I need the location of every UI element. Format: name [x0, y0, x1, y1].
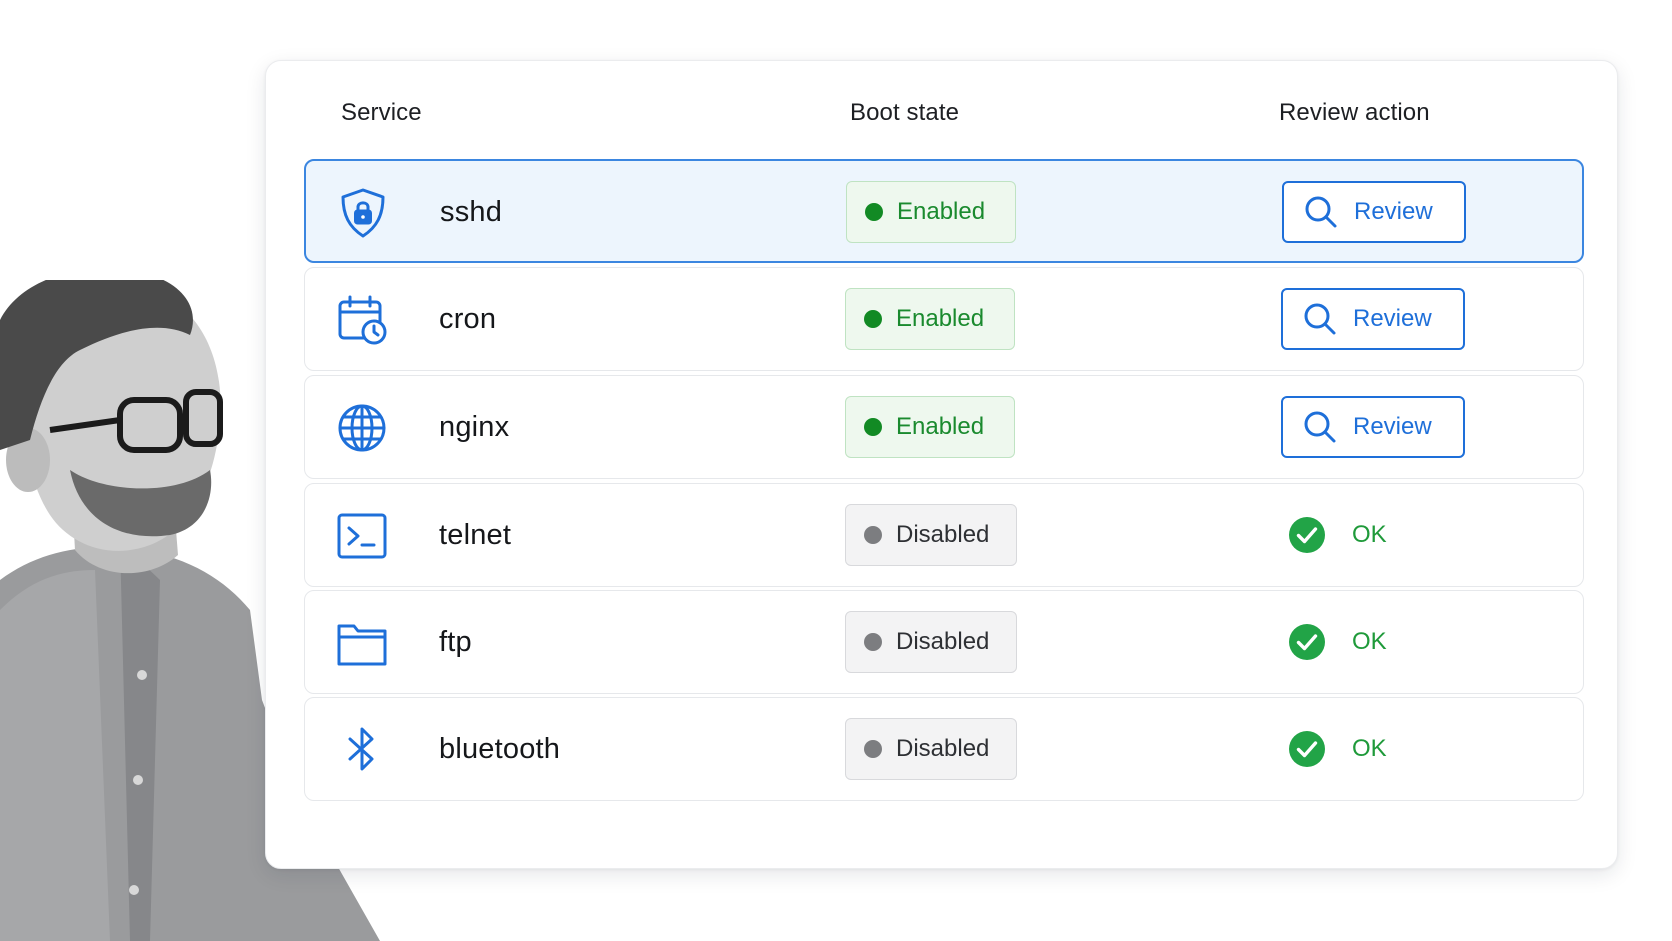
ok-status: OK — [1288, 623, 1387, 661]
ok-status: OK — [1288, 730, 1387, 768]
status-label: Disabled — [896, 628, 990, 655]
status-dot — [864, 740, 882, 758]
status-dot — [864, 526, 882, 544]
table-header: Service Boot state Review action — [266, 61, 1617, 157]
shield-lock-icon — [337, 187, 389, 239]
search-icon — [1305, 196, 1337, 228]
status-badge-enabled: Enabled — [845, 288, 1015, 350]
review-button[interactable]: Review — [1281, 396, 1465, 458]
table-row-bluetooth[interactable]: bluetooth Disabled OK — [304, 697, 1584, 801]
ok-label: OK — [1352, 521, 1387, 548]
check-circle-icon — [1289, 731, 1325, 767]
service-name: cron — [439, 303, 497, 335]
review-button-label: Review — [1354, 198, 1433, 225]
status-badge-disabled: Disabled — [845, 718, 1017, 780]
status-dot — [865, 203, 883, 221]
review-button[interactable]: Review — [1281, 288, 1465, 350]
status-label: Enabled — [896, 305, 985, 332]
table-row-sshd[interactable]: sshd Enabled Review — [304, 159, 1584, 263]
review-button-label: Review — [1353, 305, 1432, 332]
services-panel: Service Boot state Review action sshd En… — [265, 60, 1618, 869]
calendar-clock-icon — [336, 294, 388, 346]
status-label: Enabled — [897, 198, 986, 225]
ok-status: OK — [1288, 516, 1387, 554]
ok-label: OK — [1352, 735, 1387, 762]
status-badge-enabled: Enabled — [845, 396, 1015, 458]
service-name: sshd — [440, 196, 503, 228]
search-icon — [1304, 303, 1336, 335]
status-label: Enabled — [896, 413, 985, 440]
globe-icon — [336, 402, 388, 454]
status-badge-disabled: Disabled — [845, 611, 1017, 673]
folder-icon — [336, 617, 388, 669]
status-dot — [864, 418, 882, 436]
status-label: Disabled — [896, 735, 990, 762]
check-circle-icon — [1289, 517, 1325, 553]
status-label: Disabled — [896, 521, 990, 548]
page: Service Boot state Review action sshd En… — [0, 0, 1672, 941]
column-header-review-action: Review action — [1279, 99, 1430, 126]
review-button-label: Review — [1353, 413, 1432, 440]
status-badge-enabled: Enabled — [846, 181, 1016, 243]
table-row-nginx[interactable]: nginx Enabled Review — [304, 375, 1584, 479]
table-row-ftp[interactable]: ftp Disabled OK — [304, 590, 1584, 694]
table-row-cron[interactable]: cron Enabled Review — [304, 267, 1584, 371]
column-header-service: Service — [341, 99, 422, 126]
check-circle-icon — [1289, 624, 1325, 660]
review-button[interactable]: Review — [1282, 181, 1466, 243]
column-header-boot-state: Boot state — [850, 99, 960, 126]
bluetooth-icon — [336, 724, 388, 776]
search-icon — [1304, 411, 1336, 443]
ok-label: OK — [1352, 628, 1387, 655]
terminal-icon — [336, 510, 388, 562]
status-badge-disabled: Disabled — [845, 504, 1017, 566]
service-name: telnet — [439, 519, 512, 551]
status-dot — [864, 633, 882, 651]
table-row-telnet[interactable]: telnet Disabled OK — [304, 483, 1584, 587]
service-name: bluetooth — [439, 733, 561, 765]
service-name: nginx — [439, 411, 510, 443]
status-dot — [864, 310, 882, 328]
service-name: ftp — [439, 626, 472, 658]
